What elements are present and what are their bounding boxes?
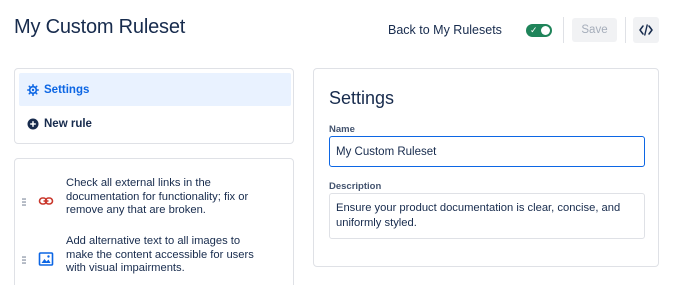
- description-label: Description: [329, 181, 382, 192]
- nav-item-new-rule[interactable]: New rule: [19, 107, 291, 140]
- rule-description: Check all external links in the document…: [66, 177, 249, 216]
- rule-item[interactable]: Check all external links in the document…: [15, 177, 293, 229]
- nav-item-label: New rule: [44, 117, 92, 130]
- drag-handle-icon[interactable]: [22, 198, 26, 206]
- drag-handle-icon[interactable]: [22, 256, 26, 264]
- ruleset-enabled-toggle[interactable]: ✓: [526, 24, 552, 37]
- link-icon: [38, 197, 54, 205]
- nav-item-settings[interactable]: Settings: [19, 73, 291, 106]
- save-button[interactable]: Save: [572, 18, 617, 42]
- rules-list: Check all external links in the document…: [14, 158, 294, 285]
- code-view-button[interactable]: [633, 17, 659, 43]
- page-title: My Custom Ruleset: [14, 16, 186, 38]
- name-label: Name: [329, 124, 355, 135]
- rule-item[interactable]: Add alternative text to all images to ma…: [15, 235, 293, 285]
- toggle-knob: [541, 26, 550, 35]
- description-input[interactable]: Ensure your product documentation is cle…: [329, 193, 645, 239]
- toolbar-divider: [563, 17, 564, 43]
- back-to-rulesets-link[interactable]: Back to My Rulesets: [388, 23, 502, 37]
- plus-circle-icon: [27, 118, 39, 130]
- gear-icon: [27, 83, 39, 96]
- check-icon: ✓: [530, 25, 538, 35]
- code-brackets-icon: [639, 24, 653, 36]
- image-icon: [38, 252, 54, 266]
- settings-heading: Settings: [329, 88, 395, 108]
- rule-description: Add alternative text to all images to ma…: [66, 235, 254, 274]
- toolbar-divider: [625, 17, 626, 43]
- name-input[interactable]: [329, 136, 645, 167]
- ruleset-nav: Settings New rule: [14, 68, 294, 144]
- nav-item-label: Settings: [44, 83, 90, 96]
- ruleset-editor: My Custom Ruleset Back to My Rulesets ✓ …: [0, 0, 682, 285]
- settings-panel: Settings Name Description Ensure your pr…: [313, 68, 659, 267]
